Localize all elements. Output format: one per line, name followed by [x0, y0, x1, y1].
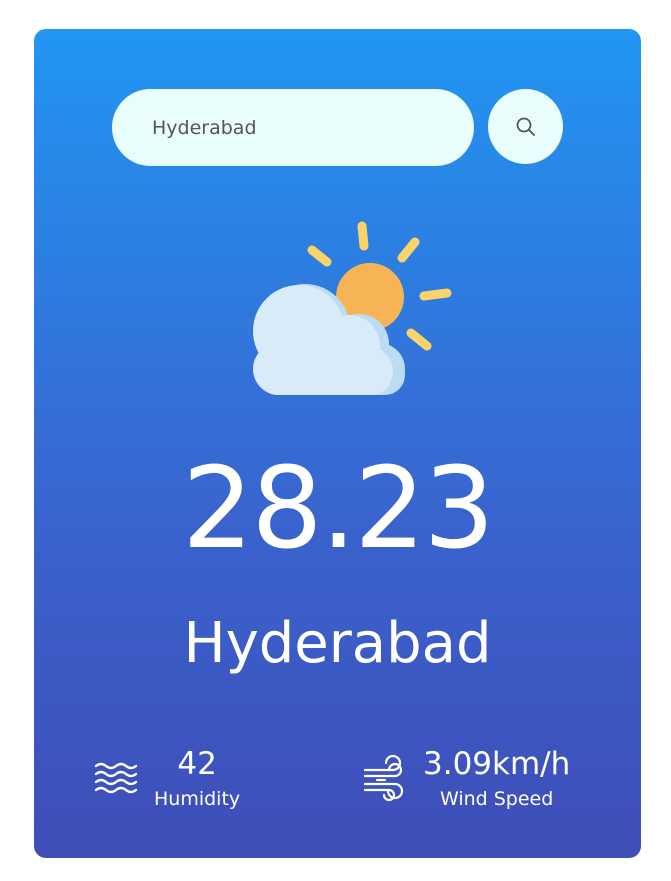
temperature-value: 28.23	[182, 444, 495, 574]
wind-icon	[363, 754, 404, 802]
search-input[interactable]	[112, 89, 474, 166]
wind-speed-value: 3.09km/h	[423, 746, 571, 782]
wind-speed-label: Wind Speed	[439, 788, 554, 810]
city-name: Hyderabad	[183, 611, 492, 676]
humidity-value: 42	[177, 746, 217, 782]
weather-card: 28.23 Hyderabad 42 Humidity	[34, 29, 641, 858]
wind-stat: 3.09km/h Wind Speed	[361, 744, 570, 814]
humidity-stat: 42 Humidity	[92, 744, 240, 814]
humidity-label: Humidity	[154, 788, 241, 810]
search-button[interactable]	[488, 89, 563, 164]
partly-cloudy-icon	[253, 221, 452, 395]
search-icon	[516, 117, 535, 136]
humidity-waves-icon	[94, 762, 138, 794]
